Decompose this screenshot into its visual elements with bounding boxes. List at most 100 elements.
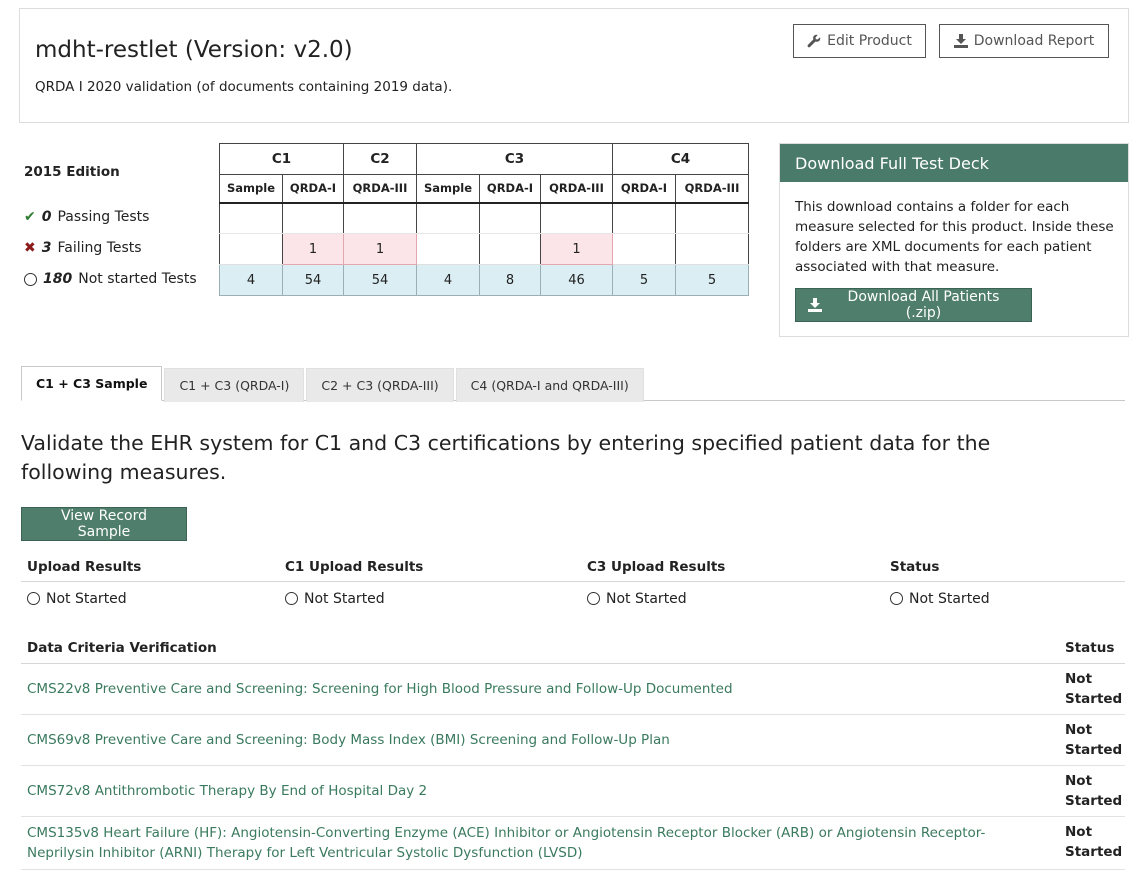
matrix-cell-not-started[interactable]: 5 <box>612 264 676 296</box>
matrix-cell-not-started[interactable]: 4 <box>219 264 283 296</box>
subheader-c3-sample: Sample <box>416 174 480 204</box>
matrix-row-not-started: 4 54 54 4 8 46 5 5 <box>219 264 749 296</box>
table-row: CMS135v8 Heart Failure (HF): Angiotensin… <box>21 817 1125 870</box>
tab-c2-c3-qrdaiii[interactable]: C2 + C3 (QRDA-III) <box>306 368 454 402</box>
wrench-icon <box>807 34 821 48</box>
matrix-cell <box>479 202 541 234</box>
download-all-patients-button[interactable]: Download All Patients (.zip) <box>795 288 1032 322</box>
not-started-label: Not started Tests <box>78 271 197 287</box>
matrix-cell-failing[interactable]: 1 <box>282 233 344 265</box>
table-row: CMS69v8 Preventive Care and Screening: B… <box>21 715 1125 766</box>
edit-product-button[interactable]: Edit Product <box>793 24 926 58</box>
matrix-cell <box>540 202 613 234</box>
download-report-button[interactable]: Download Report <box>939 24 1109 58</box>
matrix-row-passing <box>219 202 749 234</box>
measure-status: Not Started <box>1065 773 1123 809</box>
matrix-cell <box>612 202 676 234</box>
matrix-cell <box>343 202 417 234</box>
passing-count: 0 <box>41 209 52 225</box>
subheader-c2-qrdaiii: QRDA-III <box>343 174 417 204</box>
tab-c4-qrdai-qrdaiii[interactable]: C4 (QRDA-I and QRDA-III) <box>455 368 644 402</box>
matrix-cell-not-started[interactable]: 5 <box>675 264 749 296</box>
matrix-cell <box>675 202 749 234</box>
criteria-status-header: Status <box>1065 640 1115 656</box>
table-row: CMS72v8 Antithrombotic Therapy By End of… <box>21 766 1125 817</box>
subheader-c4-qrdai: QRDA-I <box>612 174 676 204</box>
c1-upload-results-header: C1 Upload Results <box>285 558 424 575</box>
measure-status: Not Started <box>1065 722 1123 758</box>
status-text: Not Started <box>909 590 990 607</box>
download-icon <box>953 34 968 48</box>
group-header-c2: C2 <box>343 143 417 175</box>
validate-heading: Validate the EHR system for C1 and C3 ce… <box>21 431 991 484</box>
passing-label: Passing Tests <box>57 209 150 225</box>
tab-c1-c3-qrdai[interactable]: C1 + C3 (QRDA-I) <box>164 368 305 402</box>
download-report-label: Download Report <box>973 33 1095 49</box>
deck-title: Download Full Test Deck <box>780 144 1128 182</box>
check-icon: ✔ <box>24 209 36 225</box>
failing-label: Failing Tests <box>57 240 142 256</box>
matrix-cell <box>416 202 480 234</box>
matrix-cell <box>219 233 283 265</box>
circle-icon <box>890 592 903 605</box>
data-criteria-header: Data Criteria Verification <box>27 640 217 656</box>
matrix-cell-failing[interactable]: 1 <box>343 233 417 265</box>
status-text: Not Started <box>46 590 127 607</box>
download-icon <box>808 298 822 312</box>
product-title: mdht-restlet (Version: v2.0) <box>35 37 353 63</box>
status-header: Status <box>890 558 940 575</box>
matrix-cell-not-started[interactable]: 46 <box>540 264 613 296</box>
product-description: QRDA I 2020 validation (of documents con… <box>35 79 453 95</box>
circle-icon <box>285 592 298 605</box>
matrix-cell <box>612 233 676 265</box>
measure-link[interactable]: CMS22v8 Preventive Care and Screening: S… <box>21 664 1059 714</box>
product-panel: mdht-restlet (Version: v2.0) QRDA I 2020… <box>19 8 1129 123</box>
deck-description: This download contains a folder for each… <box>795 199 1114 275</box>
measure-status: Not Started <box>1065 671 1123 707</box>
legend-passing: ✔ 0 Passing Tests <box>24 209 149 225</box>
subheader-c4-qrdaiii: QRDA-III <box>675 174 749 204</box>
measure-status: Not Started <box>1065 824 1123 860</box>
status-text: Not Started <box>606 590 687 607</box>
test-matrix-table: C1 C2 C3 C4 Sample QRDA-I QRDA-III Sampl… <box>219 143 749 296</box>
c3-upload-results-header: C3 Upload Results <box>587 558 726 575</box>
subheader-c3-qrdai: QRDA-I <box>479 174 541 204</box>
matrix-cell <box>282 202 344 234</box>
table-row: CMS22v8 Preventive Care and Screening: S… <box>21 664 1125 715</box>
subheader-c3-qrdaiii: QRDA-III <box>540 174 613 204</box>
download-deck-panel: Download Full Test Deck This download co… <box>779 143 1129 337</box>
matrix-cell-failing[interactable]: 1 <box>540 233 613 265</box>
matrix-cell <box>219 202 283 234</box>
view-record-sample-button[interactable]: View Record Sample <box>21 507 187 541</box>
measure-link[interactable]: CMS69v8 Preventive Care and Screening: B… <box>21 715 1059 765</box>
circle-icon <box>587 592 600 605</box>
matrix-cell-not-started[interactable]: 54 <box>282 264 344 296</box>
matrix-cell <box>675 233 749 265</box>
c1-upload-results-status: Not Started <box>279 582 581 615</box>
group-header-c1: C1 <box>219 143 344 175</box>
matrix-cell-not-started[interactable]: 8 <box>479 264 541 296</box>
upload-results-header: Upload Results <box>27 558 142 575</box>
edit-product-label: Edit Product <box>827 33 912 49</box>
tab-c1-c3-sample[interactable]: C1 + C3 Sample <box>21 366 163 401</box>
matrix-cell-not-started[interactable]: 54 <box>343 264 417 296</box>
upload-results-status: Not Started <box>21 582 279 615</box>
matrix-cell <box>416 233 480 265</box>
group-header-c4: C4 <box>612 143 749 175</box>
tab-bar: C1 + C3 Sample C1 + C3 (QRDA-I) C2 + C3 … <box>21 366 1125 402</box>
matrix-cell-not-started[interactable]: 4 <box>416 264 480 296</box>
overall-status: Not Started <box>884 582 1125 615</box>
measure-link[interactable]: CMS135v8 Heart Failure (HF): Angiotensin… <box>21 817 1059 869</box>
measure-link[interactable]: CMS72v8 Antithrombotic Therapy By End of… <box>21 766 1059 816</box>
legend-failing: ✖ 3 Failing Tests <box>24 240 142 256</box>
cross-icon: ✖ <box>24 240 36 256</box>
download-all-patients-label: Download All Patients (.zip) <box>847 289 1000 321</box>
group-header-c3: C3 <box>416 143 613 175</box>
edition-label: 2015 Edition <box>24 164 120 180</box>
matrix-row-failing: 1 1 1 <box>219 233 749 265</box>
legend-not-started: 180 Not started Tests <box>24 271 197 287</box>
circle-icon <box>24 272 37 286</box>
c3-upload-results-status: Not Started <box>581 582 884 615</box>
failing-count: 3 <box>41 240 52 256</box>
matrix-cell <box>479 233 541 265</box>
